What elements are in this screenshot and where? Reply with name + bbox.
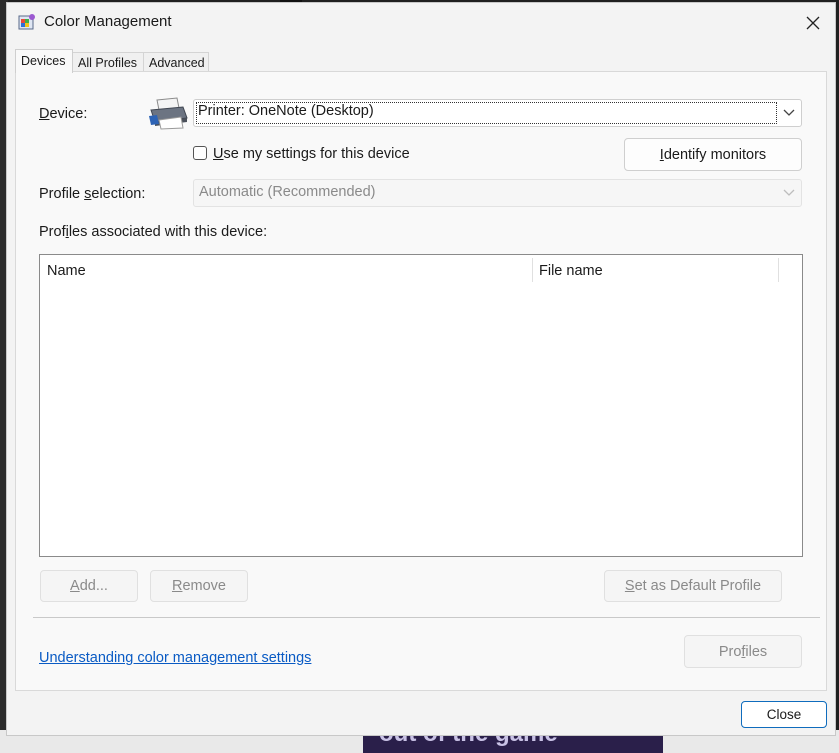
- profile-selection-select[interactable]: Automatic (Recommended): [193, 179, 802, 207]
- set-as-default-profile-button[interactable]: Set as Default Profile: [604, 570, 782, 602]
- tab-all-profiles[interactable]: All Profiles: [72, 52, 144, 72]
- close-button[interactable]: Close: [741, 701, 827, 728]
- color-management-app-icon: [18, 14, 35, 30]
- close-icon: [806, 16, 820, 30]
- chevron-down-icon: [783, 109, 795, 116]
- tab-devices[interactable]: Devices: [15, 49, 73, 73]
- understanding-color-management-link[interactable]: Understanding color management settings: [39, 650, 311, 666]
- profiles-list[interactable]: Name File name: [39, 254, 803, 557]
- profiles-button[interactable]: Pro f iles: [684, 635, 802, 668]
- profile-selection-label: Profile selection:: [39, 186, 146, 202]
- profile-selection-value: Automatic (Recommended): [199, 184, 376, 200]
- use-my-settings-checkbox[interactable]: [193, 146, 207, 160]
- remove-button[interactable]: Remove: [150, 570, 248, 602]
- divider: [33, 617, 820, 618]
- title-bar[interactable]: Color Management: [7, 3, 835, 41]
- close-window-button[interactable]: [801, 11, 825, 35]
- device-label: Device:: [39, 106, 88, 122]
- color-management-dialog: Color Management Devices All Profiles Ad…: [6, 2, 836, 736]
- focus-rectangle: [196, 102, 777, 124]
- identify-monitors-button[interactable]: Identify monitors: [624, 138, 802, 171]
- device-select[interactable]: Printer: OneNote (Desktop): [193, 99, 802, 127]
- tab-advanced[interactable]: Advanced: [143, 52, 209, 72]
- column-header-name[interactable]: Name: [40, 258, 533, 284]
- profiles-associated-label: Profiles associated with this device:: [39, 224, 268, 240]
- column-separator[interactable]: [778, 258, 779, 282]
- use-my-settings-label[interactable]: Use my settings for this device: [213, 146, 410, 162]
- add-button[interactable]: Add...: [40, 570, 138, 602]
- column-header-file-name[interactable]: File name: [532, 258, 778, 284]
- printer-icon: [149, 97, 188, 130]
- chevron-down-icon: [783, 189, 795, 196]
- window-title: Color Management: [44, 13, 172, 30]
